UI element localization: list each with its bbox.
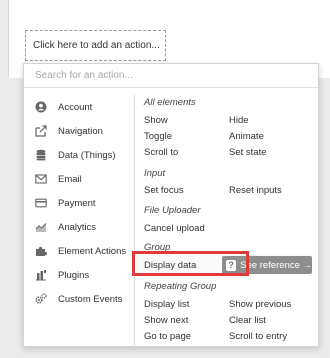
plugins-icon: [35, 269, 47, 281]
analytics-icon: [35, 221, 47, 233]
email-icon: [35, 173, 47, 185]
sidebar-item-account[interactable]: Account: [24, 97, 135, 117]
help-icon: ?: [226, 259, 237, 271]
account-icon: [35, 101, 47, 113]
database-icon: [35, 149, 47, 161]
action-show[interactable]: Show: [144, 115, 168, 126]
navigation-icon: [35, 125, 47, 137]
action-toggle[interactable]: Toggle: [144, 131, 172, 142]
sidebar-item-navigation[interactable]: Navigation: [24, 121, 135, 141]
sidebar-item-label: Custom Events: [58, 293, 123, 305]
sidebar-item-label: Payment: [58, 197, 96, 209]
see-reference-label: See reference →: [240, 259, 312, 271]
sidebar-item-element-actions[interactable]: Element Actions: [24, 241, 135, 261]
action-reset-inputs[interactable]: Reset inputs: [229, 185, 282, 196]
actions-panel: All elements Show Hide Toggle Animate Sc…: [136, 95, 320, 348]
group-title-group: Group: [144, 242, 171, 253]
gears-icon: [35, 293, 47, 305]
sidebar-item-custom-events[interactable]: Custom Events: [24, 289, 135, 309]
sidebar-item-payment[interactable]: Payment: [24, 193, 135, 213]
puzzle-icon: [35, 245, 47, 257]
payment-icon: [35, 197, 47, 209]
action-hide[interactable]: Hide: [229, 115, 249, 126]
sidebar-item-data[interactable]: Data (Things): [24, 145, 135, 165]
add-action-button[interactable]: Click here to add an action...: [25, 30, 166, 61]
group-title-all-elements: All elements: [144, 97, 196, 108]
sidebar-item-analytics[interactable]: Analytics: [24, 217, 135, 237]
sidebar-item-label: Email: [58, 173, 82, 185]
sidebar-item-plugins[interactable]: Plugins: [24, 265, 135, 285]
sidebar-item-email[interactable]: Email: [24, 169, 135, 189]
sidebar-item-label: Analytics: [58, 221, 97, 233]
group-title-file-uploader: File Uploader: [144, 205, 201, 216]
action-scroll-to[interactable]: Scroll to: [144, 147, 178, 158]
category-sidebar: Account Navigation Data (Things) Email P…: [24, 95, 135, 348]
action-dropdown: Account Navigation Data (Things) Email P…: [23, 63, 320, 348]
action-cancel-upload[interactable]: Cancel upload: [144, 223, 205, 234]
action-set-focus[interactable]: Set focus: [144, 185, 184, 196]
group-title-input: Input: [144, 168, 166, 179]
sidebar-item-label: Plugins: [58, 269, 90, 281]
sidebar-item-label: Navigation: [58, 125, 103, 137]
sidebar-item-label: Account: [58, 101, 93, 113]
search-input[interactable]: [24, 64, 318, 88]
action-set-state[interactable]: Set state: [229, 147, 267, 158]
see-reference-tooltip[interactable]: ? See reference →: [222, 256, 312, 274]
sidebar-item-label: Data (Things): [58, 149, 116, 161]
sidebar-item-label: Element Actions: [58, 245, 127, 257]
action-animate[interactable]: Animate: [229, 131, 264, 142]
action-display-data[interactable]: Display data: [144, 260, 196, 271]
